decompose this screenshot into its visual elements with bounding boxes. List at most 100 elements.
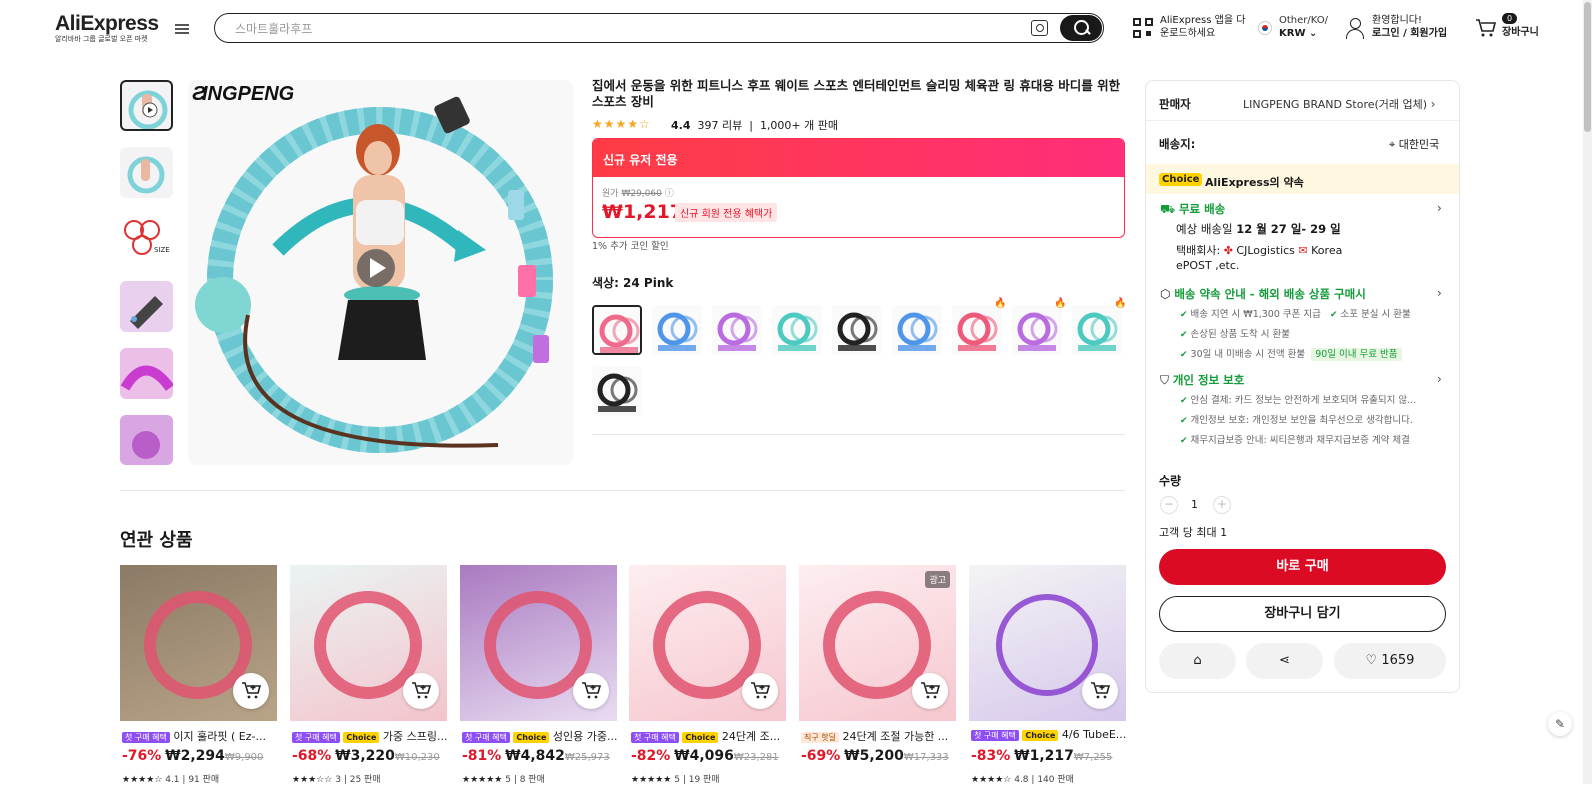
hamburger-menu-icon[interactable] bbox=[175, 22, 189, 36]
korea-flag-icon bbox=[1258, 21, 1272, 35]
related-product-image[interactable]: 광고 bbox=[799, 565, 956, 721]
aliexpress-logo[interactable]: AliExpress bbox=[55, 12, 159, 36]
related-product-name[interactable]: 첫 구매 혜택 Choice 가중 스프링... bbox=[292, 728, 447, 744]
region-currency-selector[interactable]: Other/KO/KRW ⌄ bbox=[1279, 14, 1328, 40]
gallery-thumbnail-6[interactable] bbox=[120, 415, 173, 465]
shield-icon: ⛉ bbox=[1160, 373, 1170, 387]
image-search-icon[interactable] bbox=[1031, 20, 1048, 36]
add-to-cart-icon[interactable] bbox=[1082, 673, 1118, 709]
related-product-name[interactable]: 첫 구매 혜택 Choice 4/6 TubeE... bbox=[971, 728, 1126, 741]
gallery-thumbnail-1[interactable] bbox=[120, 80, 173, 131]
privacy-row[interactable]: ⛉ 개인 정보 보호 bbox=[1160, 372, 1244, 388]
related-products-title: 연관 상품 bbox=[120, 530, 193, 551]
gallery-thumbnail-4[interactable] bbox=[120, 281, 173, 332]
related-product-card[interactable]: 첫 구매 혜택 Choice 24단계 조... -82% ₩4,096₩23,2… bbox=[629, 565, 786, 785]
related-product-rating: ★★★★☆ 4.1 | 91 판매 bbox=[122, 775, 220, 785]
user-icon[interactable] bbox=[1345, 18, 1365, 40]
add-to-cart-button[interactable]: 장바구니 담기 bbox=[1159, 596, 1446, 632]
store-button[interactable]: ⌂ bbox=[1159, 643, 1236, 679]
add-to-cart-icon[interactable] bbox=[912, 673, 948, 709]
color-label: 색상: 24 Pink bbox=[592, 276, 674, 290]
quantity-increase-button[interactable]: + bbox=[1213, 496, 1231, 514]
color-swatch[interactable] bbox=[1012, 305, 1062, 355]
account-menu[interactable]: 환영합니다! 로그인 / 회원가입 bbox=[1372, 14, 1447, 40]
feedback-edit-icon[interactable]: ✎ bbox=[1548, 712, 1572, 736]
related-product-card[interactable]: 첫 구매 혜택 Choice 성인용 가중... -81% ₩4,842₩25,9… bbox=[460, 565, 617, 785]
related-product-price: -82% ₩4,096₩23,281 bbox=[631, 748, 779, 764]
logo-tagline: 알리바바 그룹 글로벌 오픈 마켓 bbox=[55, 35, 148, 43]
related-product-name[interactable]: 첫 구매 혜택 Choice 24단계 조... bbox=[631, 728, 786, 744]
hot-fire-icon: 🔥 bbox=[1054, 298, 1067, 309]
related-product-price: -69% ₩5,200₩17,333 bbox=[801, 748, 949, 764]
scrollbar-thumb[interactable] bbox=[1584, 2, 1591, 132]
share-icon: ⋖ bbox=[1279, 653, 1290, 668]
search-button[interactable] bbox=[1060, 15, 1102, 41]
max-per-customer: 고객 당 최대 1 bbox=[1159, 526, 1228, 539]
related-product-image[interactable] bbox=[120, 565, 277, 721]
svg-text:SIZE: SIZE bbox=[154, 246, 170, 254]
search-input[interactable] bbox=[214, 13, 1104, 43]
color-swatch[interactable] bbox=[892, 305, 942, 355]
app-download-link[interactable]: AliExpress 앱을 다 운로드하세요 bbox=[1160, 14, 1245, 40]
related-product-image[interactable] bbox=[629, 565, 786, 721]
promise-item: ✔ 배송 지연 시 ₩1,300 쿠폰 지급 ✔ 소포 분실 시 환불 bbox=[1180, 309, 1411, 320]
color-swatch[interactable] bbox=[652, 305, 702, 355]
hot-fire-icon: 🔥 bbox=[1114, 298, 1127, 309]
qr-code-icon[interactable] bbox=[1133, 18, 1154, 39]
related-product-image[interactable] bbox=[290, 565, 447, 721]
cart-icon[interactable] bbox=[1475, 18, 1497, 38]
chevron-right-icon[interactable]: › bbox=[1437, 286, 1442, 300]
gallery-thumbnail-3[interactable]: SIZE bbox=[120, 214, 173, 265]
promise-item: ✔ 손상된 상품 도착 시 환불 bbox=[1180, 329, 1291, 340]
related-product-card[interactable]: 첫 구매 혜택 Choice 4/6 TubeE... -83% ₩1,217₩7… bbox=[969, 565, 1126, 785]
seller-label: 판매자 bbox=[1159, 97, 1191, 111]
related-product-image[interactable] bbox=[460, 565, 617, 721]
main-product-image[interactable]: Ƨ INGPENG bbox=[188, 80, 573, 465]
delivery-promise-row[interactable]: ⬡ 배송 약속 안내 - 해외 배송 상품 구매시 bbox=[1160, 286, 1366, 302]
related-product-price: -83% ₩1,217₩7,255 bbox=[971, 748, 1113, 764]
color-swatch[interactable] bbox=[712, 305, 762, 355]
related-product-card[interactable]: 첫 구매 혜택 Choice 가중 스프링... -68% ₩3,220₩10,2… bbox=[290, 565, 447, 785]
gallery-thumbnail-5[interactable] bbox=[120, 348, 173, 399]
related-product-card[interactable]: 첫 구매 혜택 이지 훌라핏 ( Ez-... -76% ₩2,294₩9,900… bbox=[120, 565, 277, 785]
choice-promise-text: AliExpress의 약속 bbox=[1205, 176, 1304, 189]
share-button[interactable]: ⋖ bbox=[1246, 643, 1323, 679]
chevron-right-icon[interactable]: › bbox=[1437, 201, 1442, 215]
quantity-value[interactable]: 1 bbox=[1191, 498, 1198, 511]
wishlist-button[interactable]: ♡ 1659 bbox=[1334, 643, 1446, 679]
related-product-rating: ★★★★★ 5 | 19 판매 bbox=[631, 775, 720, 785]
color-swatch[interactable] bbox=[832, 305, 882, 355]
add-to-cart-icon[interactable] bbox=[403, 673, 439, 709]
related-product-rating: ★★★★★ 5 | 8 판매 bbox=[462, 775, 545, 785]
seller-link[interactable]: LINGPENG BRAND Store(거래 업체) › bbox=[1243, 96, 1435, 112]
cart-count-badge: 0 bbox=[1502, 13, 1518, 24]
promo-header: 신규 유저 전용 bbox=[593, 139, 1124, 177]
quantity-decrease-button[interactable]: − bbox=[1160, 496, 1178, 514]
related-product-rating: ★★★★☆ 4.8 | 140 판매 bbox=[971, 775, 1074, 785]
gallery-thumbnail-2[interactable] bbox=[120, 147, 173, 198]
related-product-name[interactable]: 첫 구매 혜택 이지 훌라핏 ( Ez-... bbox=[122, 728, 277, 744]
shield-box-icon: ⬡ bbox=[1160, 287, 1171, 301]
color-swatch[interactable] bbox=[592, 305, 642, 355]
delivery-estimate: 예상 배송일 12 월 27 일- 29 일 bbox=[1176, 222, 1341, 236]
add-to-cart-icon[interactable] bbox=[742, 673, 778, 709]
ship-to-selector[interactable]: ⌖ 대한민국 bbox=[1389, 136, 1439, 152]
heart-icon: ♡ bbox=[1365, 653, 1378, 668]
buy-now-button[interactable]: 바로 구매 bbox=[1159, 549, 1446, 585]
color-swatch[interactable] bbox=[1072, 305, 1122, 355]
chevron-right-icon[interactable]: › bbox=[1437, 372, 1442, 386]
free-shipping-row[interactable]: ⛟ 무료 배송 bbox=[1160, 201, 1225, 218]
site-header: AliExpress 알리바바 그룹 글로벌 오픈 마켓 스마트훌라후프 Ali… bbox=[0, 0, 1592, 60]
related-product-name[interactable]: 첫 구매 혜택 Choice 성인용 가중... bbox=[462, 728, 617, 744]
ad-badge: 광고 bbox=[925, 571, 950, 588]
cart-label[interactable]: 장바구니 bbox=[1502, 26, 1539, 39]
color-swatch[interactable] bbox=[952, 305, 1002, 355]
add-to-cart-icon[interactable] bbox=[573, 673, 609, 709]
related-product-card[interactable]: 광고직구 핫딜 24단계 조절 가능한 ... -69% ₩5,200₩17,33… bbox=[799, 565, 956, 784]
related-product-name[interactable]: 직구 핫딜 24단계 조절 가능한 ... bbox=[801, 728, 956, 744]
color-swatch[interactable] bbox=[592, 366, 642, 416]
add-to-cart-icon[interactable] bbox=[233, 673, 269, 709]
color-swatch[interactable] bbox=[772, 305, 822, 355]
related-product-image[interactable] bbox=[969, 565, 1126, 721]
rating-summary[interactable]: 4.4 397 리뷰 | 1,000+ 개 판매 bbox=[671, 117, 838, 133]
